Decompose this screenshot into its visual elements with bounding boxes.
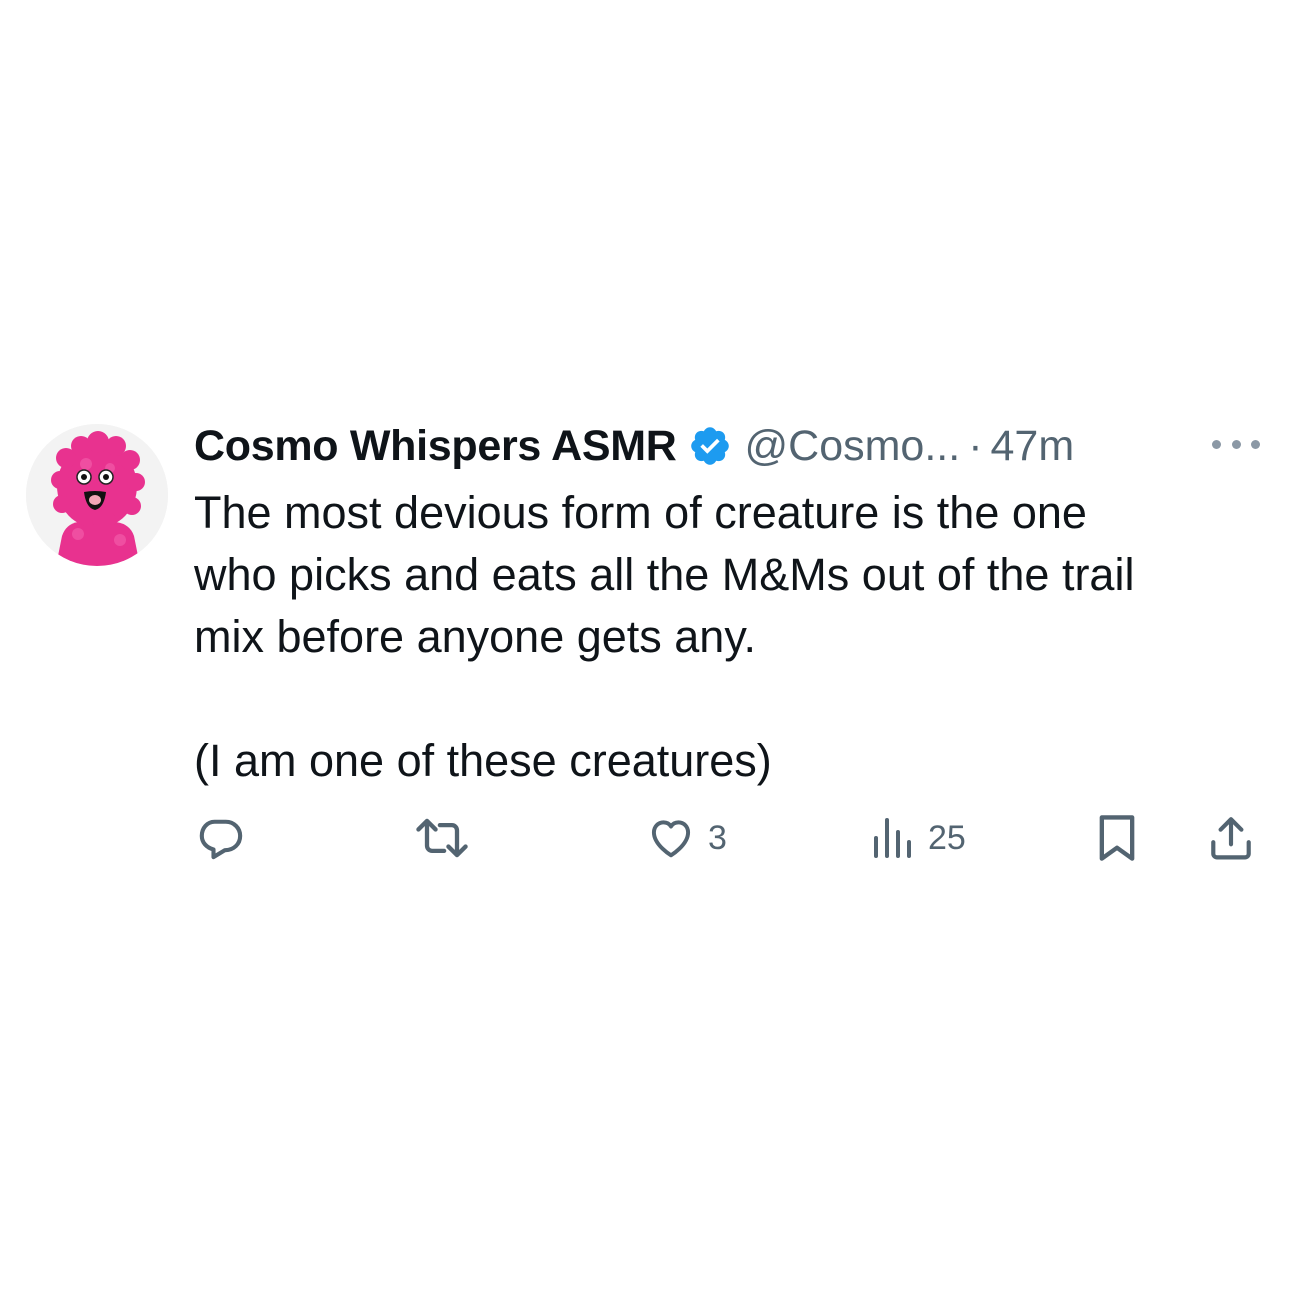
avatar[interactable] [26, 424, 168, 566]
heart-icon [651, 820, 691, 858]
avatar-image [26, 424, 168, 566]
share-button[interactable] [1206, 808, 1256, 868]
verified-badge-icon[interactable] [688, 424, 732, 468]
user-handle[interactable]: @Cosmo... [744, 422, 960, 471]
tweet-text-line: (I am one of these creatures) [194, 735, 772, 786]
more-dot [1231, 439, 1241, 449]
more-dot [1212, 439, 1221, 449]
reply-icon [199, 819, 243, 860]
retweet-button[interactable] [412, 808, 472, 868]
views-icon [874, 818, 911, 858]
separator-dot: · [968, 421, 983, 470]
more-dot [1251, 439, 1260, 449]
like-count: 3 [708, 818, 727, 857]
bookmark-icon [1099, 815, 1135, 861]
views-count: 25 [928, 818, 966, 857]
views-button[interactable]: 25 [868, 808, 966, 868]
tweet-text-line: The most devious form of creature is the… [194, 487, 1087, 538]
action-bar: 3 25 [0, 808, 1290, 868]
tweet: Cosmo Whispers ASMR @Cosmo... · 47m The … [0, 0, 1290, 1290]
tweet-text-line: mix before anyone gets any. [194, 611, 756, 662]
tweet-text-line: who picks and eats all the M&Ms out of t… [194, 549, 1135, 600]
reply-button[interactable] [194, 808, 246, 868]
more-options-icon[interactable] [1212, 432, 1260, 456]
share-icon [1211, 817, 1251, 860]
tweet-text: The most devious form of creature is the… [194, 482, 1254, 792]
bookmark-button[interactable] [1094, 808, 1140, 868]
like-button[interactable]: 3 [646, 808, 727, 868]
display-name[interactable]: Cosmo Whispers ASMR [194, 422, 677, 471]
retweet-icon [416, 818, 468, 858]
tweet-header: Cosmo Whispers ASMR @Cosmo... · 47m [194, 418, 1074, 474]
timestamp[interactable]: 47m [991, 422, 1075, 471]
